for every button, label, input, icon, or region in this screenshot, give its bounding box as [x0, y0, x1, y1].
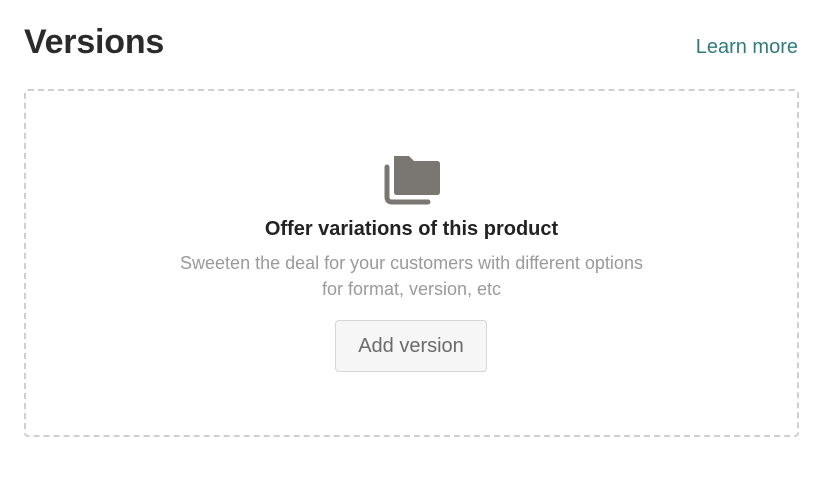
- folders-icon: [384, 153, 442, 205]
- section-header: Versions Learn more: [24, 20, 798, 68]
- learn-more-link[interactable]: Learn more: [696, 34, 798, 60]
- empty-state-description: Sweeten the deal for your customers with…: [26, 250, 797, 302]
- empty-state-description-line-1: Sweeten the deal for your customers with…: [180, 253, 643, 273]
- empty-state-description-line-2: for format, version, etc: [321, 279, 502, 299]
- versions-page: Versions Learn more Offer variations of …: [0, 0, 826, 495]
- versions-empty-state: Offer variations of this product Sweeten…: [24, 89, 799, 437]
- add-version-button[interactable]: Add version: [335, 320, 487, 372]
- empty-state-title: Offer variations of this product: [264, 218, 559, 240]
- page-title: Versions: [24, 23, 165, 61]
